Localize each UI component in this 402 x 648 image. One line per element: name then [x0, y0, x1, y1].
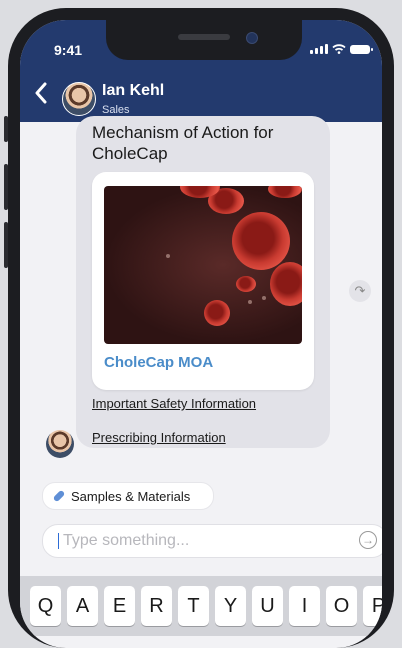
share-forward-icon: ↷ — [354, 283, 366, 298]
key-u[interactable]: U — [252, 586, 283, 626]
sender-avatar — [46, 430, 74, 458]
card-image[interactable] — [104, 186, 302, 344]
share-button[interactable]: ↷ — [349, 280, 371, 302]
message-input[interactable] — [61, 528, 345, 554]
back-button[interactable] — [34, 82, 48, 105]
chevron-left-icon — [35, 82, 47, 104]
pill-icon — [52, 489, 66, 503]
mute-switch — [4, 116, 8, 142]
key-a[interactable]: A — [67, 586, 98, 626]
prescribing-info-link[interactable]: Prescribing Information — [92, 430, 226, 445]
key-o[interactable]: O — [326, 586, 357, 626]
key-r[interactable]: R — [141, 586, 172, 626]
contact-name[interactable]: Ian Kehl — [102, 82, 164, 100]
red-blood-cell — [204, 300, 230, 326]
key-i[interactable]: I — [289, 586, 320, 626]
phone-frame: 9:41 Ian Kehl Sales Mechanism of Action … — [4, 8, 394, 648]
compose-bar[interactable]: → — [42, 524, 382, 558]
key-t[interactable]: T — [178, 586, 209, 626]
red-blood-cell — [236, 276, 256, 292]
chip-label: Samples & Materials — [71, 488, 191, 504]
content-card[interactable]: CholeCap MOA — [92, 172, 314, 390]
chat-header: 9:41 Ian Kehl Sales — [20, 20, 382, 122]
speck — [166, 254, 170, 258]
screen: 9:41 Ian Kehl Sales Mechanism of Action … — [20, 20, 382, 648]
battery-icon — [350, 44, 373, 54]
volume-up-button — [4, 164, 8, 210]
volume-down-button — [4, 222, 8, 268]
red-blood-cell — [232, 212, 290, 270]
key-p[interactable]: P — [363, 586, 382, 626]
red-blood-cell — [268, 186, 302, 198]
speck — [248, 300, 252, 304]
speaker — [178, 34, 230, 40]
keyboard: Q A E R T Y U I O P — [20, 576, 382, 636]
notch — [106, 20, 302, 60]
speck — [262, 296, 266, 300]
key-q[interactable]: Q — [30, 586, 61, 626]
send-arrow-icon: → — [362, 533, 374, 547]
key-y[interactable]: Y — [215, 586, 246, 626]
safety-info-link[interactable]: Important Safety Information — [92, 396, 256, 411]
wifi-icon — [332, 44, 346, 54]
status-time: 9:41 — [54, 42, 83, 58]
red-blood-cell — [270, 262, 302, 306]
card-title[interactable]: CholeCap MOA — [104, 354, 213, 371]
contact-avatar[interactable] — [62, 82, 96, 116]
send-button[interactable]: → — [359, 531, 377, 549]
camera — [246, 32, 258, 44]
samples-materials-chip[interactable]: Samples & Materials — [42, 482, 214, 510]
key-e[interactable]: E — [104, 586, 135, 626]
contact-role: Sales — [102, 104, 130, 116]
message-title: Mechanism of Action for CholeCap — [92, 123, 274, 163]
message-bubble: Mechanism of Action for CholeCap CholeCa… — [76, 116, 330, 448]
status-icons — [310, 44, 373, 54]
text-caret — [58, 533, 59, 549]
signal-icon — [310, 44, 328, 54]
